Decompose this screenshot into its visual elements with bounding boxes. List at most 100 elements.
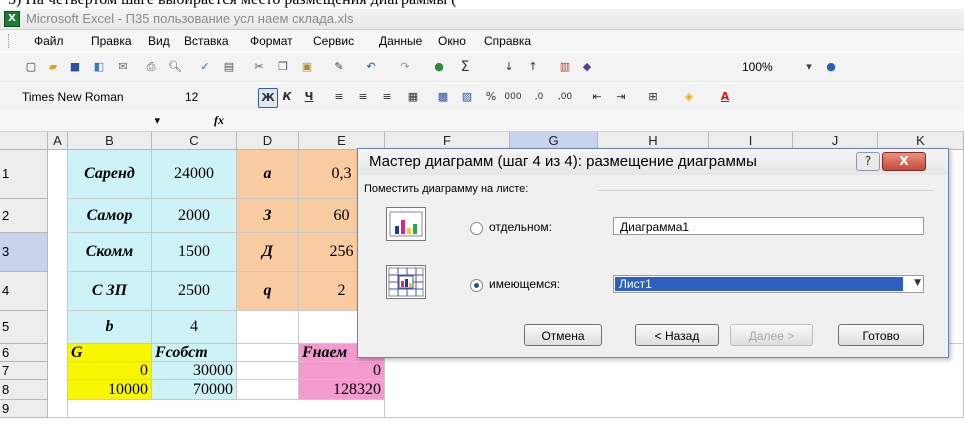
- cell-c1[interactable]: 24000: [152, 150, 237, 199]
- menu-format[interactable]: Формат: [250, 34, 293, 48]
- cell-d8[interactable]: [237, 380, 299, 400]
- sort-ascending-icon[interactable]: ↓: [500, 58, 518, 76]
- email-icon[interactable]: ✉: [114, 58, 132, 76]
- zoom-level[interactable]: 100%: [742, 58, 773, 76]
- row-header-6[interactable]: 6: [0, 344, 48, 362]
- column-header-d[interactable]: D: [237, 132, 299, 150]
- help-icon[interactable]: ?: [856, 152, 880, 171]
- cell-c2[interactable]: 2000: [152, 199, 237, 233]
- radio-existing-sheet[interactable]: [470, 279, 483, 292]
- column-a-cells[interactable]: [48, 150, 68, 418]
- save-icon[interactable]: ■: [66, 58, 84, 76]
- font-color-icon[interactable]: A: [716, 88, 734, 106]
- cancel-button[interactable]: Отмена: [524, 324, 602, 346]
- format-painter-icon[interactable]: ✎: [330, 58, 348, 76]
- research-icon[interactable]: ▤: [220, 58, 238, 76]
- borders-icon[interactable]: ⊞: [644, 88, 662, 106]
- radio-new-sheet[interactable]: [470, 222, 483, 235]
- drawing-icon[interactable]: ◆: [578, 58, 596, 76]
- cell-d7[interactable]: [237, 362, 299, 380]
- row-header-1[interactable]: 1: [0, 150, 48, 199]
- align-right-icon[interactable]: ≡: [378, 88, 396, 106]
- euro-icon[interactable]: ▨: [458, 88, 476, 106]
- cell-c4[interactable]: 2500: [152, 272, 237, 311]
- cell-d4[interactable]: q: [237, 272, 299, 311]
- paste-icon[interactable]: ▣: [298, 58, 316, 76]
- row-header-8[interactable]: 8: [0, 380, 48, 400]
- fx-icon[interactable]: fx: [214, 113, 224, 128]
- undo-icon[interactable]: ↶: [362, 58, 380, 76]
- cell-b5[interactable]: b: [68, 311, 152, 344]
- font-size-select[interactable]: 12: [185, 88, 225, 106]
- cell-b2[interactable]: Самор: [68, 199, 152, 233]
- column-header-a[interactable]: A: [48, 132, 68, 150]
- cut-icon[interactable]: ✂: [250, 58, 268, 76]
- row-header-5[interactable]: 5: [0, 311, 48, 344]
- zoom-dropdown-icon[interactable]: ▾: [800, 58, 818, 76]
- name-box[interactable]: ▾: [30, 113, 160, 129]
- menu-edit[interactable]: Правка: [91, 34, 132, 48]
- underline-icon[interactable]: Ч: [300, 88, 318, 106]
- cell-c7[interactable]: 30000: [152, 362, 237, 380]
- back-button[interactable]: < Назад: [635, 324, 719, 346]
- cell-d6[interactable]: [237, 344, 299, 362]
- column-header-c[interactable]: C: [152, 132, 237, 150]
- cell-c6[interactable]: Fсобст: [152, 344, 237, 362]
- new-sheet-name-input[interactable]: Диаграмма1: [613, 217, 924, 235]
- row-header-3[interactable]: 3: [0, 233, 48, 272]
- bold-icon[interactable]: Ж: [258, 88, 278, 108]
- copy-icon[interactable]: ❐: [274, 58, 292, 76]
- menu-window[interactable]: Окно: [438, 34, 466, 48]
- menu-data[interactable]: Данные: [379, 34, 422, 48]
- thousands-icon[interactable]: 000: [504, 88, 522, 106]
- italic-icon[interactable]: К: [278, 88, 296, 106]
- new-icon[interactable]: ▢: [22, 58, 40, 76]
- increase-indent-icon[interactable]: ⇥: [612, 88, 630, 106]
- row-header-2[interactable]: 2: [0, 199, 48, 233]
- cell-c8[interactable]: 70000: [152, 380, 237, 400]
- sort-descending-icon[interactable]: ↑: [524, 58, 542, 76]
- menu-file[interactable]: Файл: [34, 34, 64, 48]
- row-header-7[interactable]: 7: [0, 362, 48, 380]
- cell-e8[interactable]: 128320: [299, 380, 385, 400]
- cell-b8[interactable]: 10000: [68, 380, 152, 400]
- permission-icon[interactable]: ◧: [90, 58, 108, 76]
- print-icon[interactable]: ⎙: [142, 58, 160, 76]
- row-header-9[interactable]: 9: [0, 400, 48, 418]
- decrease-decimal-icon[interactable]: ,00: [556, 88, 574, 106]
- open-icon[interactable]: ▰: [44, 58, 62, 76]
- close-icon[interactable]: X: [882, 152, 926, 171]
- print-preview-icon[interactable]: 🔍︎: [166, 58, 184, 76]
- menu-insert[interactable]: Вставка: [184, 34, 229, 48]
- increase-decimal-icon[interactable]: ,0: [530, 88, 548, 106]
- chevron-down-icon[interactable]: ▼: [914, 278, 921, 288]
- column-header-b[interactable]: B: [68, 132, 152, 150]
- spelling-icon[interactable]: ✓: [196, 58, 214, 76]
- cell-e7[interactable]: 0: [299, 362, 385, 380]
- currency-icon[interactable]: ▩: [434, 88, 452, 106]
- merge-center-icon[interactable]: ▦: [404, 88, 422, 106]
- align-left-icon[interactable]: ≡: [330, 88, 348, 106]
- chart-wizard-icon[interactable]: ▥: [556, 58, 574, 76]
- autosum-icon[interactable]: Σ: [456, 58, 474, 76]
- cell-d2[interactable]: З: [237, 199, 299, 233]
- font-name-select[interactable]: Times New Roman: [22, 88, 152, 106]
- menu-view[interactable]: Вид: [148, 34, 170, 48]
- menu-tools[interactable]: Сервис: [313, 34, 354, 48]
- align-center-icon[interactable]: ≡: [354, 88, 372, 106]
- existing-sheet-select[interactable]: Лист1 ▼: [613, 275, 924, 293]
- cell-b4[interactable]: С ЗП: [68, 272, 152, 311]
- help-icon[interactable]: ●: [822, 58, 840, 76]
- row-header-4[interactable]: 4: [0, 272, 48, 311]
- cell-d3[interactable]: Д: [237, 233, 299, 272]
- redo-icon[interactable]: ↷: [396, 58, 414, 76]
- cell-c5[interactable]: 4: [152, 311, 237, 344]
- select-all-corner[interactable]: [0, 132, 48, 150]
- cell-d5[interactable]: [237, 311, 299, 344]
- percent-icon[interactable]: %: [482, 88, 500, 106]
- fill-color-icon[interactable]: ◈: [680, 88, 698, 106]
- cell-d1[interactable]: а: [237, 150, 299, 199]
- decrease-indent-icon[interactable]: ⇤: [588, 88, 606, 106]
- next-button[interactable]: Далее >: [730, 324, 813, 346]
- hyperlink-icon[interactable]: ●: [430, 58, 448, 76]
